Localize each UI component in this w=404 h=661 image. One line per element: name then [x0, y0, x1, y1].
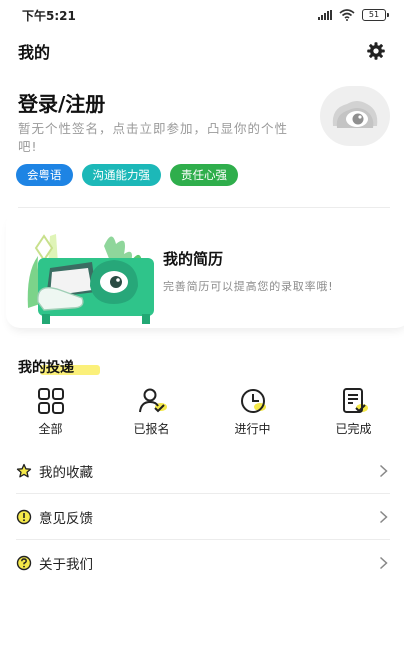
question-circle-icon	[16, 555, 32, 571]
user-check-icon	[138, 388, 167, 413]
skill-tags: 会粤语 沟通能力强 责任心强	[16, 164, 238, 186]
profile-section: 登录/注册 暂无个性签名，点击立即参加，凸显你的个性吧! 会粤语 沟通能力强 责…	[0, 80, 404, 205]
grid-icon	[37, 388, 64, 414]
menu-label: 我的收藏	[39, 464, 93, 481]
delivery-label: 已报名	[133, 422, 170, 436]
status-bar: 下午5:21 51	[0, 0, 404, 30]
delivery-label: 进行中	[234, 422, 271, 436]
menu-item-feedback[interactable]: 意见反馈	[16, 494, 390, 540]
chevron-right-icon	[379, 464, 388, 478]
signature-text[interactable]: 暂无个性签名，点击立即参加，凸显你的个性吧!	[18, 120, 303, 156]
page-header: 我的	[0, 38, 404, 64]
chevron-right-icon	[379, 556, 388, 570]
battery-icon: 51	[362, 9, 389, 21]
resume-subtitle: 完善简历可以提高您的录取率哦!	[163, 280, 334, 293]
delivery-in-progress-button[interactable]: 进行中	[202, 386, 303, 442]
star-icon	[16, 463, 32, 477]
delivery-all-button[interactable]: 全部	[0, 386, 101, 442]
menu-item-favorites[interactable]: 我的收藏	[16, 448, 390, 494]
clock-icon	[240, 389, 266, 413]
profile-divider	[18, 207, 390, 208]
eye-avatar-icon	[332, 101, 378, 128]
avatar[interactable]	[320, 86, 390, 146]
delivery-registered-button[interactable]: 已报名	[101, 386, 202, 442]
status-icons: 51	[318, 9, 389, 21]
exclamation-circle-icon	[16, 509, 32, 524]
delivery-label: 已完成	[335, 422, 372, 436]
skill-tag: 会粤语	[16, 164, 73, 186]
delivery-label: 全部	[38, 422, 63, 436]
page-title: 我的	[18, 43, 51, 62]
gear-icon[interactable]	[366, 41, 386, 61]
menu-label: 关于我们	[39, 557, 93, 573]
menu-label: 意见反馈	[39, 510, 93, 527]
login-register-button[interactable]: 登录/注册	[18, 88, 105, 117]
resume-illustration	[27, 234, 154, 324]
delivery-completed-button[interactable]: 已完成	[303, 386, 404, 442]
document-check-icon	[342, 388, 368, 413]
signal-icon	[318, 10, 332, 20]
wifi-icon	[339, 9, 355, 21]
settings-menu: 我的收藏 意见反馈 关于我们	[0, 448, 404, 586]
status-time: 下午5:21	[22, 8, 76, 23]
chevron-right-icon	[379, 510, 388, 524]
skill-tag: 沟通能力强	[81, 164, 161, 186]
my-delivery-title: 我的投递	[18, 360, 74, 376]
menu-item-about-us[interactable]: 关于我们	[16, 540, 390, 586]
delivery-status-row: 全部 已报名 进行中 已完成	[0, 386, 404, 442]
resume-card[interactable]: 我的简历 完善简历可以提高您的录取率哦!	[6, 210, 404, 328]
resume-title: 我的简历	[163, 250, 224, 268]
skill-tag: 责任心强	[170, 164, 238, 186]
